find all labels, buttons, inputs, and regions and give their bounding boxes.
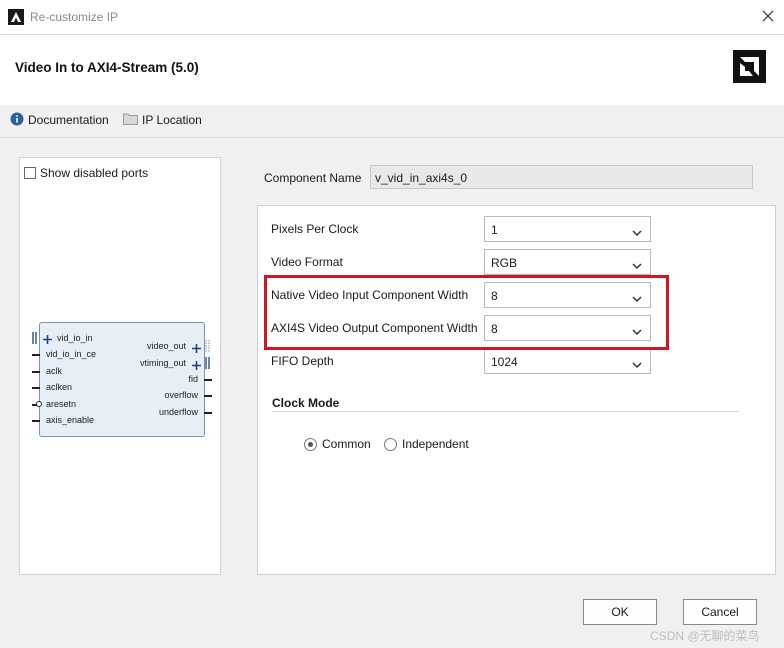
expand-plus-icon[interactable] xyxy=(192,359,201,370)
documentation-label: Documentation xyxy=(28,113,109,127)
port-label: vtiming_out xyxy=(139,358,186,368)
pin-line xyxy=(204,379,212,381)
component-name-field[interactable]: v_vid_in_axi4s_0 xyxy=(370,165,753,189)
port-label: aresetn xyxy=(46,399,77,409)
ip-location-label: IP Location xyxy=(142,113,202,127)
show-disabled-ports-label: Show disabled ports xyxy=(40,166,149,180)
port-label: underflow xyxy=(158,407,198,417)
checkbox-box[interactable] xyxy=(24,167,36,179)
documentation-link[interactable]: Documentation xyxy=(10,111,109,129)
cancel-button[interactable]: Cancel xyxy=(683,599,757,625)
expand-plus-icon[interactable] xyxy=(43,333,52,344)
pixels-per-clock-select[interactable]: 1 xyxy=(484,216,651,242)
port-label: vid_io_in_ce xyxy=(46,349,97,359)
port-label: aclk xyxy=(46,366,63,376)
port-label: video_out xyxy=(146,341,186,351)
fifo-depth-label: FIFO Depth xyxy=(271,354,334,368)
radio-unselected-icon[interactable] xyxy=(384,437,397,451)
window-title: Re-customize IP xyxy=(30,10,119,24)
pin-line xyxy=(204,412,212,414)
port-label: aclken xyxy=(46,382,73,392)
video-format-label: Video Format xyxy=(271,255,343,269)
watermark: CSDN @无聊的菜鸟 xyxy=(650,629,760,643)
select-value: 1 xyxy=(491,223,498,237)
bus-marker-icon xyxy=(204,357,212,369)
amd-logo-icon xyxy=(733,50,766,83)
video-format-select[interactable]: RGB xyxy=(484,249,651,275)
select-value: 1024 xyxy=(491,355,518,369)
ip-location-link[interactable]: IP Location xyxy=(123,111,202,129)
pixels-per-clock-label: Pixels Per Clock xyxy=(271,222,359,236)
port-label: axis_enable xyxy=(46,415,95,425)
section-divider xyxy=(272,411,738,412)
bus-marker-icon xyxy=(32,332,40,344)
port-label: fid xyxy=(188,374,198,384)
chevron-down-icon xyxy=(632,358,642,369)
clock-mode-common-radio[interactable]: Common xyxy=(304,437,371,451)
highlight-box xyxy=(264,275,669,350)
radio-label: Common xyxy=(322,437,371,451)
expand-plus-icon[interactable] xyxy=(192,342,201,353)
ip-title: Video In to AXI4-Stream (5.0) xyxy=(15,60,199,75)
pin-line xyxy=(32,420,40,422)
pin-line xyxy=(32,371,40,373)
fifo-depth-select[interactable]: 1024 xyxy=(484,348,651,374)
pin-line xyxy=(204,395,212,397)
pin-line xyxy=(32,387,40,389)
chevron-down-icon xyxy=(632,226,642,237)
bus-marker-icon xyxy=(204,340,212,352)
app-logo-icon xyxy=(8,9,24,25)
chevron-down-icon xyxy=(632,259,642,270)
info-icon xyxy=(10,112,24,129)
close-icon[interactable] xyxy=(760,8,776,24)
select-value: RGB xyxy=(491,256,518,270)
ip-symbol-block: vid_io_in vid_io_in_ce aclk aclken arese… xyxy=(32,322,212,437)
ok-button[interactable]: OK xyxy=(583,599,657,625)
radio-label: Independent xyxy=(402,437,469,451)
show-disabled-ports-checkbox[interactable]: Show disabled ports xyxy=(24,166,148,180)
port-label: vid_io_in xyxy=(57,333,93,343)
radio-selected-icon[interactable] xyxy=(304,437,317,451)
toolbar xyxy=(0,105,784,138)
active-low-bubble-icon xyxy=(36,401,42,407)
port-label: overflow xyxy=(164,390,198,400)
pin-line xyxy=(32,354,40,356)
clock-mode-title: Clock Mode xyxy=(272,396,340,410)
folder-icon xyxy=(123,112,138,128)
component-name-label: Component Name xyxy=(264,171,362,185)
clock-mode-independent-radio[interactable]: Independent xyxy=(384,437,469,451)
